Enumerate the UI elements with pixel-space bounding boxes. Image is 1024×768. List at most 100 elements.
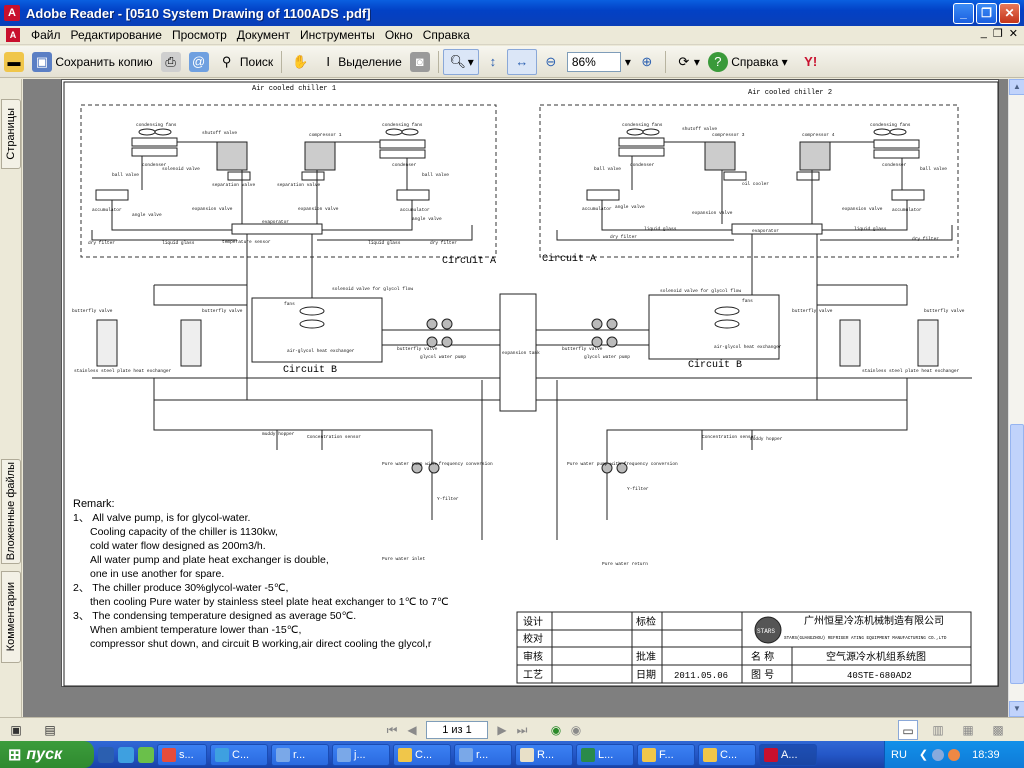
antivirus-icon[interactable] xyxy=(948,748,961,761)
doc-minimize-button[interactable]: _ xyxy=(981,27,987,40)
taskbar-item[interactable]: C... xyxy=(698,743,756,766)
restore-button[interactable]: ❐ xyxy=(976,3,997,24)
taskbar-item[interactable]: C... xyxy=(393,743,451,766)
taskbar-item[interactable]: r... xyxy=(271,743,329,766)
fit-page-button[interactable]: ↕ xyxy=(479,49,507,75)
label-solenoid-glycol: solenoid valve for glycol flow xyxy=(332,286,413,292)
rotate-button[interactable]: ⟳ ▾ xyxy=(670,49,704,75)
menu-view[interactable]: Просмотр xyxy=(167,27,232,44)
label-glycol-pump: glycol water pump xyxy=(420,354,466,360)
network-icon[interactable] xyxy=(932,748,945,761)
fit-width-button[interactable]: ↔ xyxy=(506,48,537,75)
tab-pages[interactable]: Страницы xyxy=(1,99,21,169)
close-button[interactable]: ✕ xyxy=(999,3,1020,24)
label-liquid-glass: liquid glass xyxy=(854,226,887,232)
yahoo-button[interactable]: Y! xyxy=(792,49,830,75)
zoom-tool-button[interactable]: 🔍︎ ▾ xyxy=(442,48,479,75)
menu-help[interactable]: Справка xyxy=(418,27,475,44)
label-solenoid-glycol: solenoid valve for glycol flow xyxy=(660,288,741,294)
scroll-down-arrow-icon[interactable]: ▼ xyxy=(1009,701,1024,717)
label-condenser: condenser xyxy=(882,162,907,168)
taskbar-item[interactable]: s... xyxy=(157,743,207,766)
select-tool-button[interactable]: I Выделение xyxy=(314,49,406,75)
continuous-view-icon[interactable]: ▥ xyxy=(928,720,948,740)
status-bar: ▣ ▤ ⏮ ◀ 1 из 1 ▶ ⏭ ◉ ◉ ▭ ▥ ▦ ▩ xyxy=(0,717,1024,741)
menu-window[interactable]: Окно xyxy=(380,27,418,44)
label-separation-valve: separation valve xyxy=(277,182,321,188)
menu-tools[interactable]: Инструменты xyxy=(295,27,380,44)
snapshot-button[interactable]: ◙ xyxy=(406,49,434,75)
search-button[interactable]: ⚲ Поиск xyxy=(213,49,278,75)
label-ball-valve: ball valve xyxy=(112,172,139,178)
menu-file[interactable]: Файл xyxy=(26,27,66,44)
label-fans: fans xyxy=(742,298,753,304)
email-button[interactable]: @ xyxy=(185,49,213,75)
save-copy-button[interactable]: ▣ Сохранить копию xyxy=(28,49,157,75)
panel-toggle-icon[interactable]: ▣ xyxy=(6,720,26,740)
scroll-thumb[interactable] xyxy=(1010,424,1024,684)
tab-comments[interactable]: Комментарии xyxy=(1,571,21,663)
remark-line: 1、 All valve pump, is for glycol-water. xyxy=(73,512,250,524)
minimize-button[interactable]: _ xyxy=(953,3,974,24)
folder-icon xyxy=(398,747,412,762)
continuous-facing-view-icon[interactable]: ▩ xyxy=(988,720,1008,740)
taskbar-item[interactable]: j... xyxy=(332,743,390,766)
zoom-in-button[interactable]: ⊕ xyxy=(633,49,661,75)
media-player-icon[interactable] xyxy=(98,746,114,763)
language-indicator[interactable]: RU xyxy=(891,749,907,761)
forward-icon[interactable]: ◉ xyxy=(566,720,586,740)
tb-name-value: 空气源冷水机组系统图 xyxy=(826,650,926,663)
back-icon[interactable]: ◉ xyxy=(546,720,566,740)
scroll-up-arrow-icon[interactable]: ▲ xyxy=(1009,79,1024,95)
hand-tool-button[interactable]: ✋ xyxy=(286,49,314,75)
doc-restore-button[interactable]: ❐ xyxy=(993,27,1003,40)
taskbar-item-active[interactable]: A... xyxy=(759,743,817,766)
start-button[interactable]: ⊞ пуск xyxy=(0,741,94,768)
remark-line: All water pump and plate heat exchanger … xyxy=(90,554,329,566)
tb-review: 审核 xyxy=(523,650,543,663)
taskbar-item[interactable]: r... xyxy=(454,743,512,766)
label-solenoid-valve: solenoid valve xyxy=(162,166,200,172)
zoom-out-button[interactable]: ⊖ xyxy=(537,49,565,75)
taskbar-item[interactable]: R... xyxy=(515,743,573,766)
page-layout-icon[interactable]: ▤ xyxy=(40,720,60,740)
menu-edit[interactable]: Редактирование xyxy=(66,27,167,44)
tb-date-label: 日期 xyxy=(636,669,656,681)
label-dry-filter: dry filter xyxy=(88,240,115,246)
search-label: Поиск xyxy=(239,54,274,69)
facing-view-icon[interactable]: ▦ xyxy=(958,720,978,740)
next-page-icon[interactable]: ▶ xyxy=(492,720,512,740)
label-air-glycol: air-glycol heat exchanger xyxy=(714,344,782,350)
prev-page-icon[interactable]: ◀ xyxy=(402,720,422,740)
single-page-view-icon[interactable]: ▭ xyxy=(898,719,918,740)
help-button[interactable]: ? Справка ▾ xyxy=(704,49,792,75)
zoom-level-field[interactable]: 86% xyxy=(566,51,621,72)
menu-document[interactable]: Документ xyxy=(232,27,295,44)
taskbar-item[interactable]: F... xyxy=(637,743,695,766)
taskbar-item[interactable]: L... xyxy=(576,743,634,766)
label-muddy-hopper: muddy hopper xyxy=(262,431,295,437)
doc-close-button[interactable]: ✕ xyxy=(1009,27,1018,40)
remark-line: Cooling capacity of the chiller is 1130k… xyxy=(90,526,278,538)
circuit-b-label-1: Circuit B xyxy=(283,364,337,376)
taskbar-item[interactable]: C... xyxy=(210,743,268,766)
document-icon[interactable]: A xyxy=(6,28,20,42)
tray-arrow-icon[interactable]: ❮ xyxy=(919,748,928,761)
tab-attachments[interactable]: Вложенные файлы xyxy=(1,459,21,564)
label-compressor: compressor 4 xyxy=(802,132,835,138)
zoom-out-icon: ⊖ xyxy=(545,53,557,69)
zoom-dropdown[interactable]: ▾ xyxy=(623,49,633,75)
tb-name-label: 名 称 xyxy=(751,650,774,663)
ie-icon[interactable] xyxy=(118,746,134,763)
open-button[interactable]: ▬ xyxy=(0,49,28,75)
first-page-icon[interactable]: ⏮ xyxy=(382,720,402,740)
label-pure-return: Pure water return xyxy=(602,561,648,567)
label-concentration-sensor: Concentration sensor xyxy=(702,434,756,440)
page-number-field[interactable]: 1 из 1 xyxy=(426,720,488,739)
label-steel-plate: stainless steel plate heat exchanger xyxy=(74,368,172,374)
icq-icon[interactable] xyxy=(138,746,154,763)
print-button[interactable]: ⎙ xyxy=(157,49,185,75)
last-page-icon[interactable]: ⏭ xyxy=(512,720,532,740)
vertical-scrollbar[interactable]: ▲ ▼ xyxy=(1008,79,1024,717)
help-icon: ? xyxy=(707,51,728,72)
